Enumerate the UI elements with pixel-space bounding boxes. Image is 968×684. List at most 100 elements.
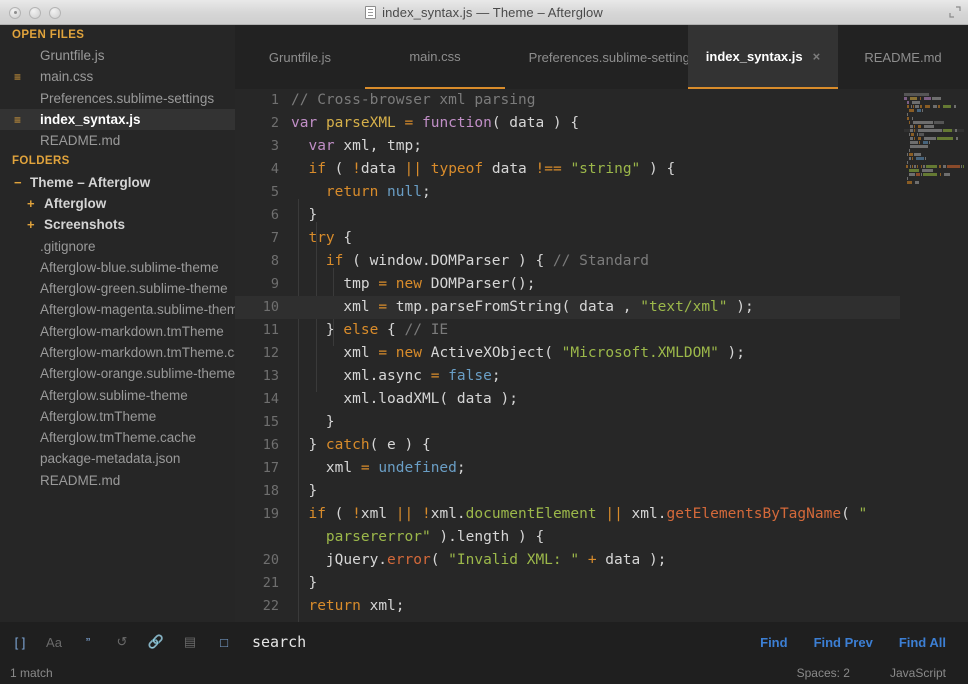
sidebar-item-main-css[interactable]: ≡main.css	[0, 66, 235, 87]
code-line[interactable]: 20 jQuery.error( "Invalid XML: " + data …	[235, 549, 968, 572]
sidebar-item-label: Theme – Afterglow	[30, 175, 150, 190]
editor-area: Gruntfile.jsmain.cssPreferences.sublime-…	[235, 25, 968, 622]
in-selection-icon[interactable]: ▤	[180, 632, 200, 652]
sidebar-item-label: Afterglow.sublime-theme	[40, 388, 188, 403]
sidebar-item-afterglow-blue-sublime-theme[interactable]: Afterglow-blue.sublime-theme	[0, 257, 235, 278]
minimap-line	[904, 153, 964, 156]
zoom-button[interactable]	[49, 7, 61, 19]
sidebar-item-label: README.md	[40, 473, 120, 488]
minimap-line	[904, 93, 964, 96]
code-line[interactable]: 18 }	[235, 480, 968, 503]
code-line[interactable]: 5 return null;	[235, 181, 968, 204]
sidebar-item-label: Afterglow-markdown.tmTheme	[40, 324, 224, 339]
code-line[interactable]: 17 xml = undefined;	[235, 457, 968, 480]
sidebar-item-readme-md[interactable]: README.md	[0, 130, 235, 151]
wrap-icon[interactable]: ↺	[112, 632, 132, 652]
sidebar-item-afterglow-markdown-tmtheme-cache[interactable]: Afterglow-markdown.tmTheme.cache	[0, 342, 235, 363]
sidebar-folder-afterglow[interactable]: +Afterglow	[0, 193, 235, 214]
sidebar-item-package-metadata-json[interactable]: package-metadata.json	[0, 448, 235, 469]
code-line[interactable]: 7 try {	[235, 227, 968, 250]
code-line[interactable]: 1// Cross-browser xml parsing	[235, 89, 968, 112]
case-sensitive-icon[interactable]: Aa	[44, 632, 64, 652]
fullscreen-icon[interactable]	[949, 6, 961, 18]
code-line[interactable]: 16 } catch( e ) {	[235, 434, 968, 457]
code-text: xml = new ActiveXObject( "Microsoft.XMLD…	[291, 342, 745, 365]
sidebar-folder-theme-afterglow[interactable]: −Theme – Afterglow	[0, 171, 235, 192]
sidebar-item-afterglow-sublime-theme[interactable]: Afterglow.sublime-theme	[0, 384, 235, 405]
regex-icon[interactable]: [ ]	[10, 632, 30, 652]
whole-word-icon[interactable]: ”	[78, 632, 98, 652]
sidebar-item-afterglow-orange-sublime-theme[interactable]: Afterglow-orange.sublime-theme	[0, 363, 235, 384]
tab-close-icon[interactable]: ×	[813, 49, 821, 64]
code-line[interactable]: 22 return xml;	[235, 595, 968, 618]
minimap-line	[904, 133, 964, 136]
search-input[interactable]: search	[234, 633, 760, 651]
code-line[interactable]: 13 xml.async = false;	[235, 365, 968, 388]
tab-gruntfile-js[interactable]: Gruntfile.js	[235, 25, 365, 89]
sidebar-item-afterglow-markdown-tmtheme[interactable]: Afterglow-markdown.tmTheme	[0, 321, 235, 342]
find-button[interactable]: Find	[760, 635, 787, 650]
line-number: 7	[235, 227, 279, 250]
tab-main-css[interactable]: main.css	[365, 25, 505, 89]
collapse-icon[interactable]: −	[14, 176, 22, 189]
tab-index-syntax-js[interactable]: index_syntax.js×	[688, 25, 838, 89]
minimize-button[interactable]	[29, 7, 41, 19]
language-setting[interactable]: JavaScript	[890, 666, 946, 680]
highlight-results-icon[interactable]: □	[214, 632, 234, 652]
code-line[interactable]: 6 }	[235, 204, 968, 227]
code-line[interactable]: 10 xml = tmp.parseFromString( data , "te…	[235, 296, 968, 319]
code-line[interactable]: 19 if ( !xml || !xml.documentElement || …	[235, 503, 968, 526]
sidebar-item-label: README.md	[40, 133, 120, 148]
sidebar-item-preferences-sublime-settings[interactable]: Preferences.sublime-settings	[0, 88, 235, 109]
preserve-case-icon[interactable]: 🔗	[146, 632, 166, 652]
indent-setting[interactable]: Spaces: 2	[797, 666, 850, 680]
sidebar-item-label: Preferences.sublime-settings	[40, 91, 214, 106]
sidebar-item-afterglow-green-sublime-theme[interactable]: Afterglow-green.sublime-theme	[0, 278, 235, 299]
window-controls[interactable]	[9, 0, 61, 25]
find-actions[interactable]: Find Find Prev Find All	[760, 635, 968, 650]
sidebar-item-afterglow-tmtheme-cache[interactable]: Afterglow.tmTheme.cache	[0, 427, 235, 448]
sidebar-item--gitignore[interactable]: .gitignore	[0, 235, 235, 256]
match-count: 1 match	[0, 666, 53, 680]
code-line[interactable]: 14 xml.loadXML( data );	[235, 388, 968, 411]
code-line[interactable]: parsererror" ).length ) {	[235, 526, 968, 549]
expand-icon[interactable]: +	[27, 197, 35, 210]
code-line[interactable]: 12 xml = new ActiveXObject( "Microsoft.X…	[235, 342, 968, 365]
minimap[interactable]	[900, 89, 968, 622]
expand-icon[interactable]: +	[27, 218, 35, 231]
code-text: }	[291, 572, 317, 595]
minimap-line	[904, 125, 964, 128]
sidebar-item-afterglow-magenta-sublime-theme[interactable]: Afterglow-magenta.sublime-theme	[0, 299, 235, 320]
code-line[interactable]: 11 } else { // IE	[235, 319, 968, 342]
sidebar-item-index-syntax-js[interactable]: ≡index_syntax.js	[0, 109, 235, 130]
code-text: jQuery.error( "Invalid XML: " + data );	[291, 549, 666, 572]
sidebar[interactable]: OPEN FILESGruntfile.js≡main.cssPreferenc…	[0, 25, 235, 622]
code-line[interactable]: 15 }	[235, 411, 968, 434]
sidebar-item-readme-md[interactable]: README.md	[0, 470, 235, 491]
minimap-line	[904, 169, 964, 172]
modified-icon: ≡	[14, 114, 21, 126]
close-button[interactable]	[9, 7, 21, 19]
sidebar-item-label: main.css	[40, 69, 93, 84]
sidebar-item-gruntfile-js[interactable]: Gruntfile.js	[0, 45, 235, 66]
sidebar-folder-screenshots[interactable]: +Screenshots	[0, 214, 235, 235]
code-view[interactable]: 1// Cross-browser xml parsing2var parseX…	[235, 89, 968, 622]
minimap-line	[904, 97, 964, 100]
code-line[interactable]: 4 if ( !data || typeof data !== "string"…	[235, 158, 968, 181]
code-line[interactable]: 8 if ( window.DOMParser ) { // Standard	[235, 250, 968, 273]
find-prev-button[interactable]: Find Prev	[814, 635, 873, 650]
code-text: xml = undefined;	[291, 457, 466, 480]
tab-bar[interactable]: Gruntfile.jsmain.cssPreferences.sublime-…	[235, 25, 968, 89]
code-text: } catch( e ) {	[291, 434, 431, 457]
tab-readme-md[interactable]: README.md	[838, 25, 968, 89]
code-line[interactable]: 21 }	[235, 572, 968, 595]
code-line[interactable]: 2var parseXML = function( data ) {	[235, 112, 968, 135]
sidebar-item-afterglow-tmtheme[interactable]: Afterglow.tmTheme	[0, 406, 235, 427]
find-options[interactable]: [ ] Aa ” ↺ 🔗 ▤ □	[0, 632, 234, 652]
line-number: 2	[235, 112, 279, 135]
minimap-line	[904, 161, 964, 164]
code-line[interactable]: 9 tmp = new DOMParser();	[235, 273, 968, 296]
find-bar[interactable]: [ ] Aa ” ↺ 🔗 ▤ □ search Find Find Prev Find All	[0, 622, 968, 662]
find-all-button[interactable]: Find All	[899, 635, 946, 650]
code-line[interactable]: 3 var xml, tmp;	[235, 135, 968, 158]
